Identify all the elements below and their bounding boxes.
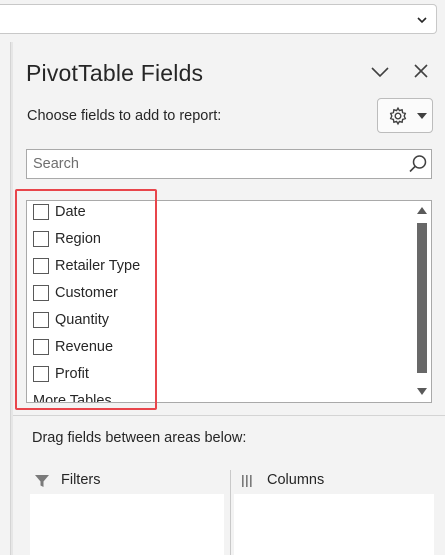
close-icon[interactable] [411,61,431,81]
more-tables-label: More Tables... [33,393,124,403]
checkbox[interactable] [33,258,49,274]
field-item-revenue[interactable]: Revenue [27,336,407,363]
checkbox[interactable] [33,231,49,247]
checkbox[interactable] [33,285,49,301]
scroll-down-icon[interactable] [417,388,427,395]
columns-drop-area[interactable] [234,494,434,555]
search-field[interactable] [26,149,432,179]
pane-title: PivotTable Fields [26,60,204,86]
drag-fields-label: Drag fields between areas below: [32,430,247,446]
field-list: Date Region Retailer Type Customer Quant… [26,200,432,403]
gear-icon [389,106,407,126]
scroll-up-icon[interactable] [417,207,427,214]
filters-drop-area[interactable] [30,494,224,555]
field-item-quantity[interactable]: Quantity [27,309,407,336]
field-item-region[interactable]: Region [27,228,407,255]
more-tables-link[interactable]: More Tables... [27,390,385,403]
field-label: Revenue [55,339,114,355]
field-label: Region [55,231,101,247]
search-input[interactable] [33,154,393,174]
pivottable-fields-pane: PivotTable Fields Choose fields to add t… [13,42,445,555]
field-item-retailer-type[interactable]: Retailer Type [27,255,407,282]
scroll-thumb[interactable] [417,223,427,373]
field-label: Retailer Type [55,258,141,274]
choose-fields-label: Choose fields to add to report: [27,108,222,124]
field-item-date[interactable]: Date [27,201,407,228]
field-label: Quantity [55,312,109,328]
checkbox[interactable] [33,366,49,382]
field-item-customer[interactable]: Customer [27,282,407,309]
checkbox[interactable] [33,204,49,220]
worksheet-edge [0,42,11,555]
filters-label: Filters [61,472,101,488]
chevron-down-icon[interactable] [369,62,391,82]
field-label: Customer [55,285,118,301]
divider [13,415,445,416]
field-settings-button[interactable] [377,98,433,133]
columns-label: Columns [267,472,325,488]
search-icon[interactable] [408,154,428,174]
caret-down-icon [417,113,427,119]
checkbox[interactable] [33,339,49,355]
columns-icon [242,475,252,487]
field-item-profit[interactable]: Profit [27,363,407,390]
area-separator [230,470,231,555]
name-box-bar [0,0,445,42]
name-box-dropdown[interactable] [0,4,437,34]
field-list-scrollbar[interactable] [413,201,431,402]
filters-area-header: Filters [34,470,224,494]
filter-icon [35,475,49,487]
field-label: Date [55,204,86,220]
chevron-down-icon[interactable] [416,14,428,26]
checkbox[interactable] [33,312,49,328]
columns-area-header: Columns [240,470,430,494]
field-label: Profit [55,366,89,382]
